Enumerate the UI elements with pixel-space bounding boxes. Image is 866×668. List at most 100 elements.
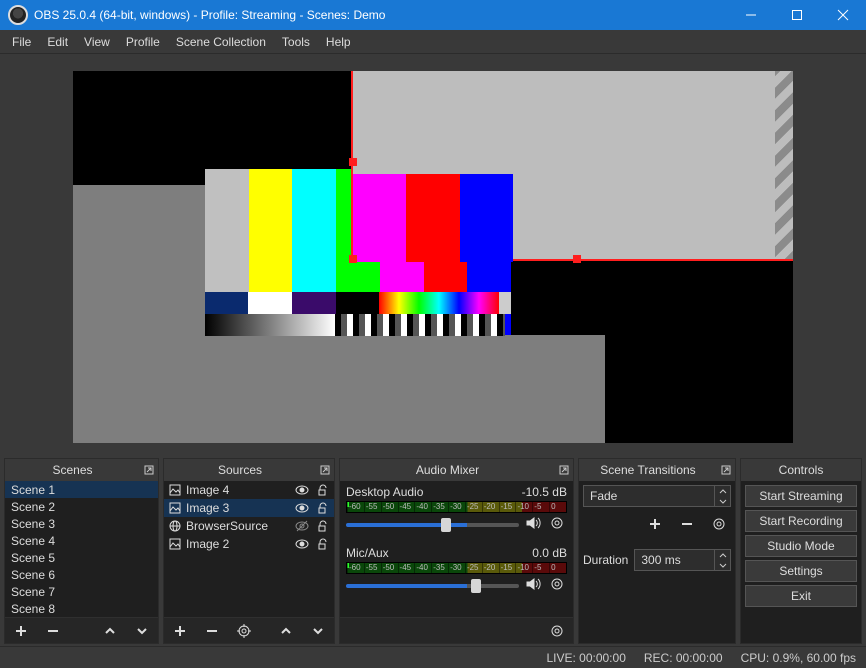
chevron-up-icon[interactable] [715,486,730,496]
scene-row[interactable]: Scene 6 [5,566,158,583]
image-icon [168,483,182,497]
scene-up-button[interactable] [98,620,122,642]
source-properties-button[interactable] [232,620,256,642]
source-row[interactable]: Image 4 [164,481,334,499]
controls-title: Controls [741,463,861,477]
scene-add-button[interactable] [9,620,33,642]
scene-row[interactable]: Scene 2 [5,498,158,515]
lock-toggle-icon[interactable] [314,482,330,498]
sources-list: Image 4 Image 3 BrowserSource Image 2 [164,481,334,617]
source-image2-gray-b[interactable] [205,335,605,443]
source-add-button[interactable] [168,620,192,642]
close-button[interactable] [820,0,866,30]
controls-button[interactable]: Start Streaming [745,485,857,507]
source-label: Image 2 [186,537,290,551]
source-label: Image 3 [186,501,290,515]
channel-settings-icon[interactable] [549,515,567,534]
menu-edit[interactable]: Edit [39,32,76,52]
transitions-popout-icon[interactable] [717,461,735,479]
scenes-popout-icon[interactable] [140,461,158,479]
sources-popout-icon[interactable] [316,461,334,479]
dock-transitions: Scene Transitions Fade Duration [578,458,736,644]
source-selection-image3[interactable] [351,71,793,261]
transition-duration-input[interactable]: 300 ms [634,549,731,571]
source-label: BrowserSource [186,519,290,533]
selection-handle-bl[interactable] [349,255,357,263]
visibility-toggle-icon[interactable] [294,536,310,552]
menu-scene-collection[interactable]: Scene Collection [168,32,274,52]
sources-title: Sources [164,463,316,477]
menu-help[interactable]: Help [318,32,359,52]
visibility-toggle-icon[interactable] [294,500,310,516]
status-rec: REC: 00:00:00 [644,651,723,665]
chevron-down-icon[interactable] [715,496,730,506]
controls-button[interactable]: Start Recording [745,510,857,532]
menu-profile[interactable]: Profile [118,32,168,52]
source-row[interactable]: Image 3 [164,499,334,517]
transition-settings-button[interactable] [707,513,731,535]
lock-toggle-icon[interactable] [314,500,330,516]
speaker-icon[interactable] [525,515,543,534]
transition-remove-button[interactable] [675,513,699,535]
lock-toggle-icon[interactable] [314,536,330,552]
status-bar: LIVE: 00:00:00 REC: 00:00:00 CPU: 0.9%, … [0,646,866,668]
controls-button[interactable]: Settings [745,560,857,582]
controls-button[interactable]: Exit [745,585,857,607]
preview-area [0,54,866,458]
menu-view[interactable]: View [76,32,118,52]
channel-name: Mic/Aux [346,546,389,560]
mixer-settings-button[interactable] [545,620,569,642]
visibility-toggle-icon[interactable] [294,482,310,498]
menu-tools[interactable]: Tools [274,32,318,52]
menu-file[interactable]: File [4,32,39,52]
visibility-toggle-icon[interactable] [294,518,310,534]
globe-icon [168,519,182,533]
scene-row[interactable]: Scene 3 [5,515,158,532]
transition-type-dropdown[interactable]: Fade [583,485,731,507]
dock-audio-mixer: Audio Mixer Desktop Audio-10.5 dB-60-55-… [339,458,574,644]
scene-down-button[interactable] [130,620,154,642]
maximize-button[interactable] [774,0,820,30]
mixer-body: Desktop Audio-10.5 dB-60-55-50-45-40-35-… [340,481,573,611]
channel-db: -10.5 dB [522,485,567,499]
mixer-popout-icon[interactable] [555,461,573,479]
dock-controls: Controls Start StreamingStart RecordingS… [740,458,862,644]
source-down-button[interactable] [306,620,330,642]
source-remove-button[interactable] [200,620,224,642]
scene-row[interactable]: Scene 7 [5,583,158,600]
minimize-button[interactable] [728,0,774,30]
docks: Scenes Scene 1Scene 2Scene 3Scene 4Scene… [0,458,866,646]
transitions-title: Scene Transitions [579,463,717,477]
controls-body: Start Streaming Start Recording Studio Mod… [741,481,861,643]
selection-handle-ml[interactable] [349,158,357,166]
source-up-button[interactable] [274,620,298,642]
selection-handle-bc[interactable] [573,255,581,263]
window-title: OBS 25.0.4 (64-bit, windows) - Profile: … [34,8,728,22]
volume-slider[interactable] [346,523,519,527]
source-image2-gray[interactable] [73,185,205,443]
controls-button[interactable]: Studio Mode [745,535,857,557]
window-titlebar: OBS 25.0.4 (64-bit, windows) - Profile: … [0,0,866,30]
preview-canvas[interactable] [73,71,793,443]
channel-settings-icon[interactable] [549,576,567,595]
duration-up-icon[interactable] [715,550,730,560]
source-row[interactable]: Image 2 [164,535,334,553]
lock-toggle-icon[interactable] [314,518,330,534]
scene-row[interactable]: Scene 8 [5,600,158,617]
scene-row[interactable]: Scene 1 [5,481,158,498]
source-row[interactable]: BrowserSource [164,517,334,535]
scene-remove-button[interactable] [41,620,65,642]
volume-slider[interactable] [346,584,519,588]
scene-row[interactable]: Scene 4 [5,532,158,549]
scene-row[interactable]: Scene 5 [5,549,158,566]
menubar: File Edit View Profile Scene Collection … [0,30,866,54]
status-live: LIVE: 00:00:00 [546,651,625,665]
transition-add-button[interactable] [643,513,667,535]
transition-duration-label: Duration [583,553,628,567]
source-label: Image 4 [186,483,290,497]
speaker-icon[interactable] [525,576,543,595]
mixer-title: Audio Mixer [340,463,555,477]
dock-sources: Sources Image 4Image 3BrowserSourceImage… [163,458,335,644]
mixer-channel: Mic/Aux0.0 dB-60-55-50-45-40-35-30-25-20… [346,546,567,595]
duration-down-icon[interactable] [715,560,730,570]
